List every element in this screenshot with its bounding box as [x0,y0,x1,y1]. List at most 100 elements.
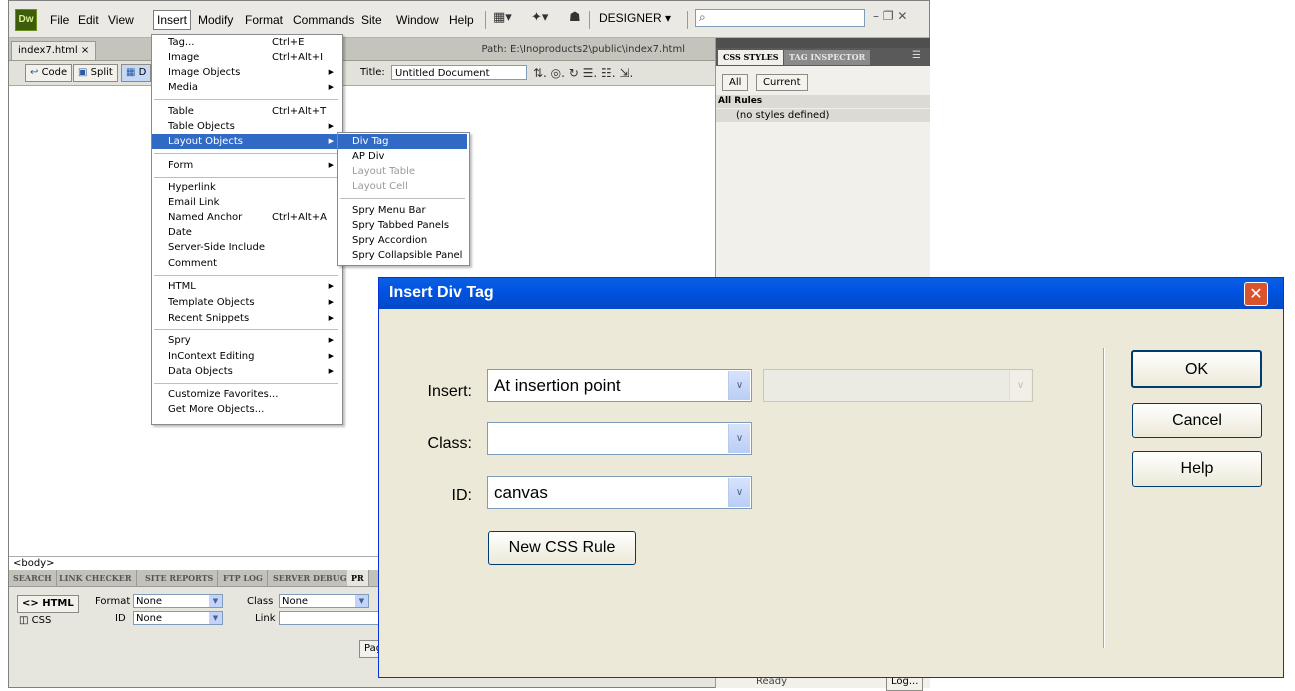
menu-insert[interactable]: Insert [153,10,192,30]
split-view-button[interactable]: ▣ Split [73,64,118,82]
insert-position-select[interactable]: At insertion point ∨ [487,369,752,402]
id-select[interactable]: canvas ∨ [487,476,752,509]
menu-item-image[interactable]: Image Ctrl+Alt+I [152,50,340,65]
menu-item-image-objects[interactable]: Image Objects ▶ [152,65,340,80]
menu-file[interactable]: File [47,11,72,29]
submenu-arrow-icon: ▶ [328,137,334,145]
panel-menu-icon[interactable]: ☰ [912,50,921,61]
menu-item-tag[interactable]: Tag... Ctrl+E [152,35,340,50]
format-select[interactable]: None ▼ [133,594,223,608]
document-path: Path: E:\Inoproducts2\public\index7.html [481,44,685,55]
format-label: Format [95,596,131,607]
class-value: None [282,596,309,607]
extend-icon[interactable]: ✦▾ [531,10,548,25]
code-view-button[interactable]: ↩ Code [25,64,73,82]
menu-item-date[interactable]: Date [152,225,340,240]
menu-item-spry-tabbed-panels[interactable]: Spry Tabbed Panels [338,218,467,233]
dialog-divider [1103,348,1105,648]
tab-tag-inspector[interactable]: TAG INSPECTOR [784,50,871,65]
site-icon[interactable]: ☗ [569,10,581,25]
document-title-input[interactable]: Untitled Document [391,65,527,80]
html-mode-button[interactable]: <> HTML [17,595,79,613]
dialog-title-bar[interactable]: Insert Div Tag ✕ [379,278,1283,309]
tab-ftp-log[interactable]: FTP LOG [219,570,268,586]
menu-item-media[interactable]: Media ▶ [152,80,340,95]
all-mode-button[interactable]: All [722,74,749,91]
help-search-input[interactable]: ⌕ [695,9,865,27]
workspace-switcher[interactable]: DESIGNER ▾ [599,11,671,25]
menu-item-get-more-objects[interactable]: Get More Objects... [152,402,340,417]
menu-item-spry-accordion[interactable]: Spry Accordion [338,233,467,248]
menu-item-recent-snippets[interactable]: Recent Snippets ▶ [152,311,340,326]
menu-item-spry[interactable]: Spry ▶ [152,333,340,348]
menu-item-spry-menu-bar[interactable]: Spry Menu Bar [338,203,467,218]
menu-item-html[interactable]: HTML ▶ [152,279,340,294]
close-icon[interactable]: ✕ [1244,282,1268,306]
menu-item-form[interactable]: Form ▶ [152,158,340,173]
menu-item-named-anchor[interactable]: Named Anchor Ctrl+Alt+A [152,210,340,225]
code-icon: ↩ [30,67,39,78]
tab-properties[interactable]: PR [347,570,369,586]
css-rule-list-item[interactable]: (no styles defined) [716,109,930,122]
design-view-button[interactable]: ▦ D [121,64,152,82]
panel-dock-header[interactable] [716,38,930,48]
css-panel-tabs: CSS STYLES TAG INSPECTOR ☰ [716,48,930,66]
class-label: Class: [427,435,472,452]
window-controls[interactable]: – ❐ ✕ [873,9,907,23]
menu-item-server-side-include[interactable]: Server-Side Include [152,240,340,255]
new-css-rule-button[interactable]: New CSS Rule [488,531,636,565]
menu-site[interactable]: Site [358,11,385,29]
menu-item-incontext-editing[interactable]: InContext Editing ▶ [152,349,340,364]
menu-item-spry-collapsible-panel[interactable]: Spry Collapsible Panel [338,248,467,263]
chevron-down-icon: ▼ [209,595,222,607]
split-icon: ▣ [78,67,88,78]
tab-server-debug[interactable]: SERVER DEBUG [269,570,352,586]
id-label: ID [115,613,126,624]
insert-div-tag-dialog: Insert Div Tag ✕ Insert: At insertion po… [378,277,1284,678]
menu-item-comment[interactable]: Comment [152,256,340,271]
menu-modify[interactable]: Modify [195,11,236,29]
layout-icon[interactable]: ▦▾ [493,10,512,25]
menu-window[interactable]: Window [393,11,442,29]
class-select[interactable]: ∨ [487,422,752,455]
menu-item-template-objects[interactable]: Template Objects ▶ [152,295,340,310]
submenu-arrow-icon: ▶ [328,352,334,360]
class-select[interactable]: None ▼ [279,594,369,608]
menu-item-data-objects[interactable]: Data Objects ▶ [152,364,340,379]
class-label: Class [247,596,274,607]
id-select[interactable]: None ▼ [133,611,223,625]
menu-help[interactable]: Help [446,11,477,29]
link-input[interactable] [279,611,379,625]
ok-button[interactable]: OK [1131,350,1262,388]
menu-item-table[interactable]: Table Ctrl+Alt+T [152,104,340,119]
menu-item-div-tag[interactable]: Div Tag [338,134,467,149]
chevron-down-icon: ▼ [209,612,222,624]
tab-site-reports[interactable]: SITE REPORTS [141,570,219,586]
tab-search[interactable]: SEARCH [9,570,57,586]
toolbar-action-icons[interactable]: ⇅. ◎. ↻ ☰. ☷. ⇲. [533,66,633,80]
menu-edit[interactable]: Edit [75,11,102,29]
document-tab[interactable]: index7.html × [11,41,97,60]
menu-item-layout-objects[interactable]: Layout Objects ▶ [152,134,340,149]
tab-link-checker[interactable]: LINK CHECKER [55,570,137,586]
menu-format[interactable]: Format [242,11,286,29]
menu-commands[interactable]: Commands [290,11,357,29]
current-mode-button[interactable]: Current [756,74,808,91]
menu-item-customize-favorites[interactable]: Customize Favorites... [152,387,340,402]
help-button[interactable]: Help [1132,451,1262,487]
menu-separator [485,11,486,29]
menu-separator [154,383,338,384]
menu-item-ap-div[interactable]: AP Div [338,149,467,164]
menu-item-table-objects[interactable]: Table Objects ▶ [152,119,340,134]
menu-item-hyperlink[interactable]: Hyperlink [152,180,340,195]
search-icon: ⌕ [699,10,706,24]
menu-item-email-link[interactable]: Email Link [152,195,340,210]
menu-view[interactable]: View [105,11,137,29]
submenu-arrow-icon: ▶ [328,161,334,169]
tab-css-styles[interactable]: CSS STYLES [718,50,784,65]
chevron-down-icon: ∨ [728,424,750,453]
css-mode-button[interactable]: ◫ CSS [19,615,51,626]
document-tab-bar: index7.html × Path: E:\Inoproducts2\publ… [9,38,715,61]
submenu-arrow-icon: ▶ [328,314,334,322]
cancel-button[interactable]: Cancel [1132,403,1262,438]
